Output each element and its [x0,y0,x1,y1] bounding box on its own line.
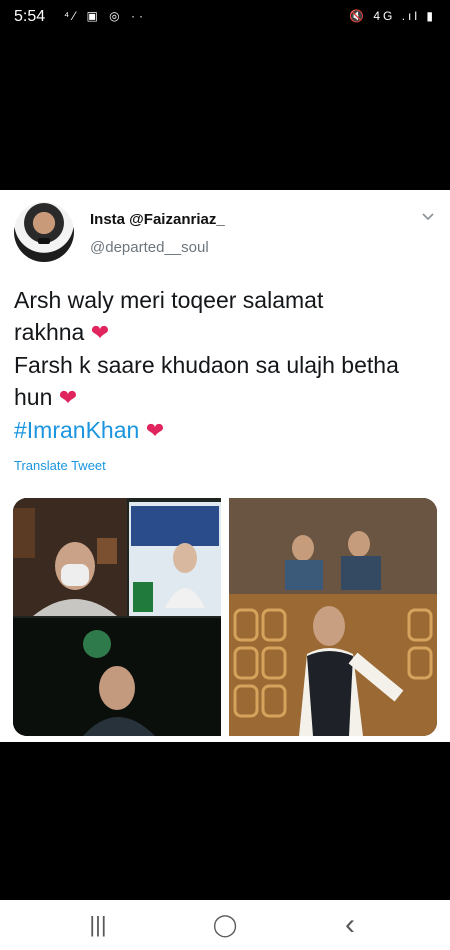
avatar[interactable] [14,202,74,262]
chevron-down-icon[interactable] [420,208,436,224]
photo-collage[interactable] [13,498,221,736]
user-handle[interactable]: @departed__soul [90,239,209,256]
tweet-line-3: Farsh k saare khudaon sa ulajh betha [14,352,399,378]
notification-icons: ⁴⁄ ▣ ◎ ·· [64,9,147,23]
system-icons: 🔇 4G .ıl ▮ [349,9,436,23]
recent-apps-button[interactable]: ||| [78,910,118,940]
tweet-line-5: #ImranKhan ❤ [14,414,440,447]
tweet-text: Arsh waly meri toqeer salamat rakhna ❤ F… [14,284,440,447]
photo-imran-khan[interactable] [229,498,437,736]
translate-tweet-link[interactable]: Translate Tweet [14,458,106,473]
hashtag-link[interactable]: #ImranKhan [14,417,139,443]
heart-icon: ❤ [58,385,78,410]
home-button[interactable]: ◯ [205,910,245,940]
heart-icon: ❤ [145,418,165,443]
status-time: 5:54 [14,8,46,25]
display-name[interactable]: Insta @Faizanriaz_ [90,211,225,228]
tweet-card[interactable]: Insta @Faizanriaz_ @departed__soul Arsh … [0,190,450,742]
back-button[interactable]: ‹ [330,910,370,940]
tweet-line-2: rakhna ❤ [14,319,110,345]
tweet-line-4: hun ❤ [14,384,78,410]
tweet-media[interactable] [13,498,437,736]
system-nav-bar: ||| ◯ ‹ [0,900,450,950]
heart-icon: ❤ [90,320,110,345]
tweet-line-1: Arsh waly meri toqeer salamat [14,287,324,313]
status-bar: 5:54 ⁴⁄ ▣ ◎ ·· 🔇 4G .ıl ▮ [0,0,450,36]
